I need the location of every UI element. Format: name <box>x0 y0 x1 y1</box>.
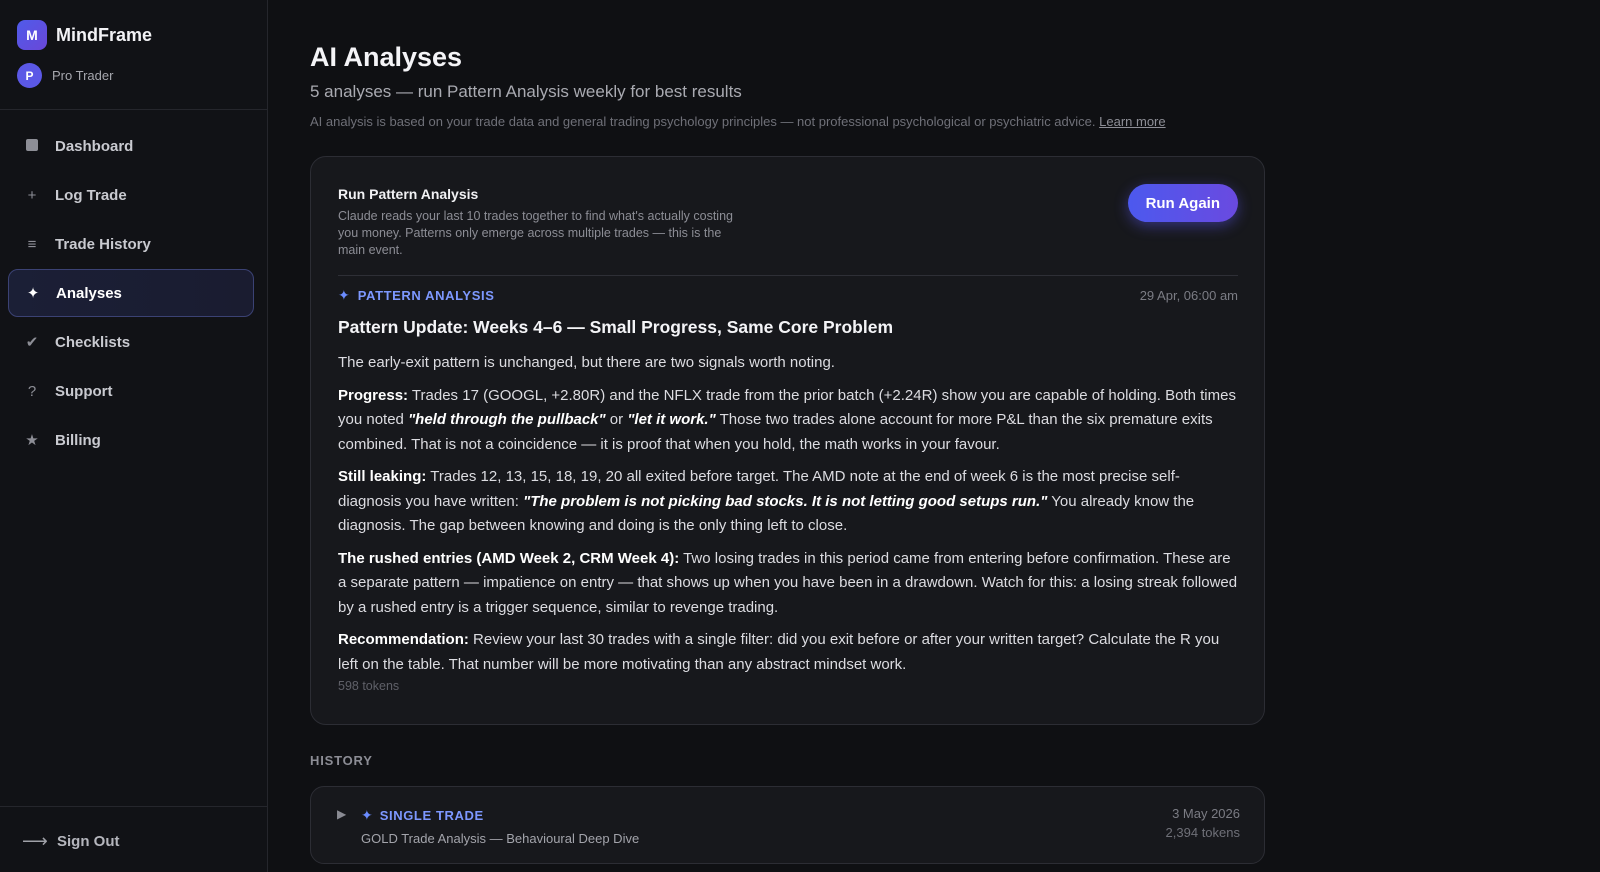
sidebar-item-trade-history[interactable]: ≡ Trade History <box>8 220 254 268</box>
run-analysis-description: Claude reads your last 10 trades togethe… <box>338 209 733 257</box>
analysis-heading: Pattern Update: Weeks 4–6 — Small Progre… <box>338 317 894 337</box>
plus-icon: + <box>27 186 37 204</box>
expand-caret-icon[interactable]: ▶ <box>337 807 346 821</box>
disclaimer: AI analysis is based on your trade data … <box>310 114 1166 129</box>
sidebar-item-label: Dashboard <box>55 137 134 155</box>
sparkle-icon: ✦ <box>361 807 373 823</box>
star-icon: ★ <box>25 432 39 449</box>
analysis-date: 29 Apr, 06:00 am <box>1139 288 1238 303</box>
brand[interactable]: M MindFrame <box>17 20 152 50</box>
analysis-progress: Progress: Trades 17 (GOOGL, +2.80R) and … <box>338 386 1236 453</box>
analysis-type-badge: ✦ PATTERN ANALYSIS <box>338 287 494 304</box>
history-item-title: GOLD Trade Analysis — Behavioural Deep D… <box>361 831 640 846</box>
learn-more-link[interactable]: Learn more <box>1099 114 1165 129</box>
sidebar-item-label: Log Trade <box>55 186 127 204</box>
sidebar-item-log-trade[interactable]: + Log Trade <box>8 171 254 219</box>
user-profile[interactable]: P Pro Trader <box>17 63 113 88</box>
sidebar-item-label: Support <box>55 382 113 400</box>
sidebar-item-checklists[interactable]: ✔ Checklists <box>8 318 254 366</box>
token-count: 598 tokens <box>338 679 400 693</box>
sidebar-item-support[interactable]: ? Support <box>8 367 254 415</box>
run-analysis-title: Run Pattern Analysis <box>338 186 479 202</box>
page-subtitle: 5 analyses — run Pattern Analysis weekly… <box>310 82 742 101</box>
disclaimer-text: AI analysis is based on your trade data … <box>310 114 1096 129</box>
history-item[interactable]: ▶ ✦ SINGLE TRADE GOLD Trade Analysis — B… <box>310 786 1265 864</box>
page-title: AI Analyses <box>310 42 463 72</box>
history-item-tokens: 2,394 tokens <box>1165 825 1240 840</box>
sidebar-item-label: Billing <box>55 431 101 449</box>
run-again-button[interactable]: Run Again <box>1127 184 1238 222</box>
analysis-recommendation: Recommendation: Review your last 30 trad… <box>338 631 1220 673</box>
sidebar-nav: Dashboard + Log Trade ≡ Trade History ✦ … <box>8 122 254 465</box>
sidebar-divider <box>0 806 267 807</box>
arrow-right-icon: ⟶ <box>22 831 48 851</box>
history-item-date: 3 May 2026 <box>1172 806 1240 821</box>
analysis-rushed-entries: The rushed entries (AMD Week 2, CRM Week… <box>338 549 1238 616</box>
list-icon: ≡ <box>27 235 37 253</box>
sidebar-divider <box>0 109 267 110</box>
analysis-intro: The early-exit pattern is unchanged, but… <box>338 354 835 371</box>
sidebar-item-analyses[interactable]: ✦ Analyses <box>8 269 254 317</box>
avatar: P <box>17 63 42 88</box>
sign-out-button[interactable]: ⟶ Sign Out <box>22 831 120 852</box>
sparkle-icon: ✦ <box>338 287 350 303</box>
analysis-type-badge: ✦ SINGLE TRADE <box>361 807 484 824</box>
sidebar-item-label: Analyses <box>56 284 122 302</box>
brand-logo: M <box>17 20 47 50</box>
check-icon: ✔ <box>25 334 39 351</box>
analysis-body: The early-exit pattern is unchanged, but… <box>338 351 1243 685</box>
history-heading: HISTORY <box>310 753 373 768</box>
sign-out-label: Sign Out <box>57 833 120 850</box>
analysis-type-label: PATTERN ANALYSIS <box>357 288 495 303</box>
analysis-still-leaking: Still leaking: Trades 12, 13, 15, 18, 19… <box>338 468 1195 534</box>
question-icon: ? <box>27 382 37 400</box>
card-divider <box>338 275 1238 276</box>
sidebar-item-dashboard[interactable]: Dashboard <box>8 122 254 170</box>
user-plan: Pro Trader <box>52 68 114 83</box>
sidebar-item-billing[interactable]: ★ Billing <box>8 416 254 464</box>
sidebar-item-label: Checklists <box>55 333 131 351</box>
square-icon <box>24 138 40 155</box>
analysis-type-label: SINGLE TRADE <box>379 808 484 823</box>
pattern-analysis-card: Run Pattern Analysis Claude reads your l… <box>310 156 1265 725</box>
sidebar-item-label: Trade History <box>55 235 151 253</box>
sparkle-icon: ✦ <box>26 285 40 302</box>
sidebar: M MindFrame P Pro Trader Dashboard + Log… <box>0 0 268 872</box>
brand-name: MindFrame <box>56 24 153 45</box>
